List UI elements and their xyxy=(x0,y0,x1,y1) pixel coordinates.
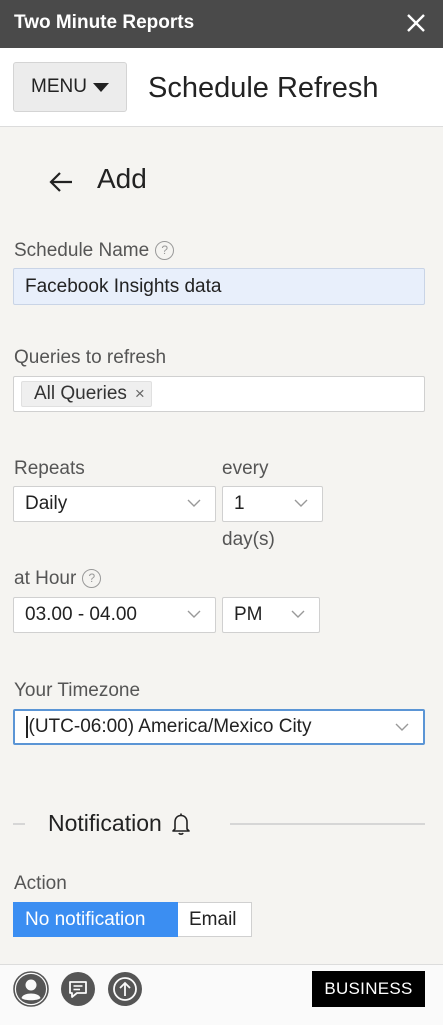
menu-label: MENU xyxy=(31,76,87,97)
hour-select[interactable]: 03.00 - 04.00 xyxy=(13,597,216,633)
account-icon[interactable] xyxy=(13,971,49,1007)
remove-chip-icon[interactable]: × xyxy=(135,384,145,404)
plan-badge[interactable]: BUSINESS xyxy=(312,971,425,1007)
no-notification-option[interactable]: No notification xyxy=(13,902,178,937)
app-title-bar: Two Minute Reports xyxy=(0,0,443,48)
timezone-select[interactable]: (UTC-06:00) America/Mexico City xyxy=(13,709,425,745)
query-chip: All Queries × xyxy=(21,381,152,407)
email-option[interactable]: Email xyxy=(178,902,252,937)
ampm-select[interactable]: PM xyxy=(222,597,320,633)
chat-icon[interactable] xyxy=(60,971,96,1007)
notification-heading: Notification xyxy=(48,810,192,837)
divider-right xyxy=(230,823,425,825)
every-label: every xyxy=(222,458,269,479)
schedule-name-label: Schedule Name? xyxy=(14,240,175,262)
every-unit-label: day(s) xyxy=(222,529,275,550)
help-circle-icon[interactable]: ? xyxy=(155,241,175,260)
text-cursor xyxy=(26,716,28,738)
divider-left xyxy=(13,823,25,825)
top-bar: MENU Schedule Refresh xyxy=(0,48,443,127)
chevron-down-icon xyxy=(291,610,305,618)
chevron-down-icon xyxy=(294,499,308,507)
upgrade-icon[interactable] xyxy=(107,971,143,1007)
queries-label: Queries to refresh xyxy=(14,347,167,368)
page-title: Schedule Refresh xyxy=(148,72,379,104)
hour-label: at Hour? xyxy=(14,568,102,590)
chevron-down-icon xyxy=(187,499,201,507)
app-title: Two Minute Reports xyxy=(14,12,195,33)
repeats-label: Repeats xyxy=(14,458,85,479)
arrow-left-icon[interactable] xyxy=(48,170,74,194)
close-icon[interactable] xyxy=(403,10,429,36)
bell-icon xyxy=(171,813,190,835)
help-circle-icon[interactable]: ? xyxy=(82,569,102,588)
notification-toggle: No notification Email xyxy=(13,902,252,937)
action-label: Action xyxy=(14,873,67,894)
repeats-select[interactable]: Daily xyxy=(13,486,216,522)
schedule-name-input[interactable]: Facebook Insights data xyxy=(13,268,425,305)
timezone-label: Your Timezone xyxy=(14,680,141,701)
chevron-down-icon xyxy=(187,610,201,618)
every-select[interactable]: 1 xyxy=(222,486,323,522)
menu-button[interactable]: MENU xyxy=(13,62,127,112)
queries-select[interactable]: All Queries × xyxy=(13,376,425,412)
caret-down-icon xyxy=(92,82,109,92)
chevron-down-icon xyxy=(395,723,409,731)
section-title: Add xyxy=(97,163,147,194)
footer-bar: BUSINESS xyxy=(0,964,443,1025)
